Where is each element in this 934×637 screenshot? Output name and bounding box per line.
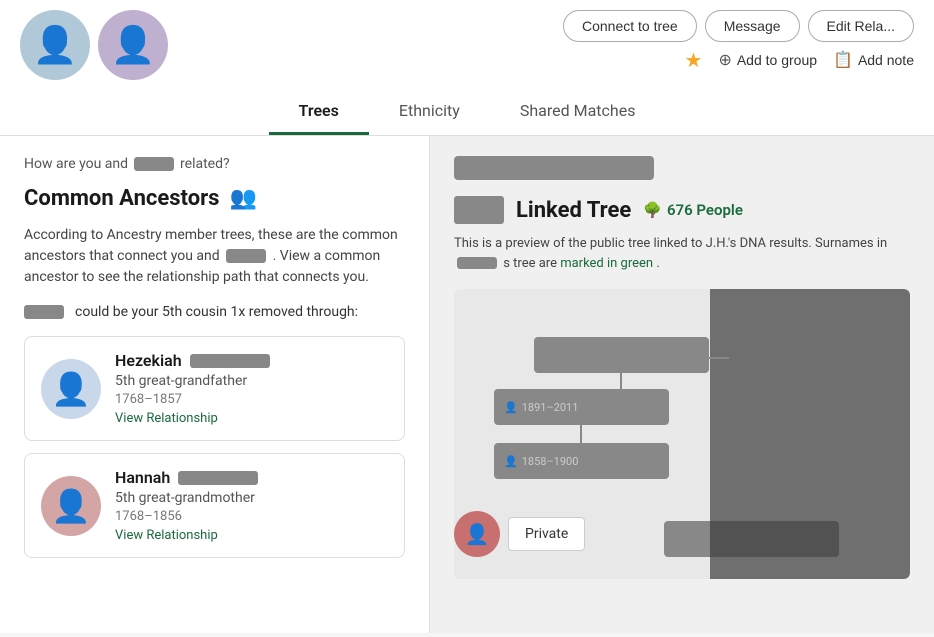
tree-node-2: 👤 1891–2011 (494, 389, 669, 425)
avatar-user: 👤 (20, 10, 90, 80)
ancestor-info-1: Hannah 5th great-grandmother 1768–1856 V… (115, 468, 388, 543)
lastname-redacted-1 (178, 471, 258, 485)
ancestor-relation-1: 5th great-grandmother (115, 490, 388, 506)
plus-icon: ⊕ (718, 50, 731, 70)
marked-green-text: marked in green (560, 256, 653, 271)
ancestor-card-0: 👤 Hezekiah 5th great-grandfather 1768–18… (24, 336, 405, 441)
left-panel: How are you and related? Common Ancestor… (0, 136, 430, 633)
ancestor-name-1: Hannah (115, 468, 388, 487)
ancestor-avatar-0: 👤 (41, 359, 101, 419)
ancestor-years-0: 1768–1857 (115, 392, 388, 407)
name-redacted-2 (226, 249, 266, 263)
how-related-text: How are you and related? (24, 156, 405, 172)
ancestor-info-0: Hezekiah 5th great-grandfather 1768–1857… (115, 351, 388, 426)
name-redacted-3 (24, 305, 64, 319)
private-node: 👤 Private (454, 511, 585, 557)
people-badge: 🌳 676 People (643, 201, 743, 219)
tree-node-3: 👤 1858–1900 (494, 443, 669, 479)
name-redacted (134, 157, 174, 171)
view-relationship-link-1[interactable]: View Relationship (115, 528, 218, 543)
match-name-bar (454, 156, 654, 180)
common-ancestors-title: Common Ancestors 👥 (24, 186, 405, 211)
person-female-icon: 👤 (51, 487, 91, 525)
connector-h1 (709, 357, 729, 359)
name-redacted-right (457, 257, 497, 269)
edit-relationship-button[interactable]: Edit Rela... (808, 10, 914, 42)
add-note-button[interactable]: 📋 Add note (833, 50, 914, 70)
ancestor-relation-0: 5th great-grandfather (115, 373, 388, 389)
right-panel: Linked Tree 🌳 676 People This is a previ… (430, 136, 934, 633)
person-male-icon: 👤 (51, 370, 91, 408)
add-to-group-button[interactable]: ⊕ Add to group (718, 50, 817, 70)
tab-shared-matches[interactable]: Shared Matches (490, 89, 666, 135)
right-actions: Connect to tree Message Edit Rela... ★ ⊕… (563, 10, 914, 72)
tree-icon: 🌳 (643, 201, 662, 219)
message-button[interactable]: Message (705, 10, 800, 42)
private-label: Private (508, 517, 585, 551)
star-icon[interactable]: ★ (685, 48, 703, 72)
tree-overlay (710, 289, 910, 579)
tree-visualization: 👤 1891–2011 👤 1858–1900 👤 Private (454, 289, 910, 579)
description-text: According to Ancestry member trees, thes… (24, 225, 405, 288)
could-be-text: could be your 5th cousin 1x removed thro… (24, 304, 405, 320)
ancestor-avatar-1: 👤 (41, 476, 101, 536)
primary-buttons: Connect to tree Message Edit Rela... (563, 10, 914, 42)
note-icon: 📋 (833, 50, 853, 70)
lastname-redacted-0 (190, 354, 270, 368)
top-section: 👤 👤 Connect to tree Message Edit Rela...… (0, 0, 934, 136)
main-content: How are you and related? Common Ancestor… (0, 136, 934, 633)
tab-trees[interactable]: Trees (269, 89, 369, 135)
connect-to-tree-button[interactable]: Connect to tree (563, 10, 697, 42)
tree-description: This is a preview of the public tree lin… (454, 234, 910, 273)
ancestor-years-1: 1768–1856 (115, 509, 388, 524)
tree-node-1 (534, 337, 709, 373)
tab-ethnicity[interactable]: Ethnicity (369, 89, 490, 135)
private-avatar: 👤 (454, 511, 500, 557)
ancestor-name-0: Hezekiah (115, 351, 388, 370)
secondary-actions: ★ ⊕ Add to group 📋 Add note (685, 48, 915, 72)
avatar-match: 👤 (98, 10, 168, 80)
tree-name-redacted (454, 196, 504, 224)
left-avatars: 👤 👤 (20, 10, 168, 80)
tabs-row: Trees Ethnicity Shared Matches (0, 89, 934, 136)
ancestor-card-1: 👤 Hannah 5th great-grandmother 1768–1856… (24, 453, 405, 558)
linked-tree-title: Linked Tree (516, 198, 631, 223)
linked-tree-header: Linked Tree 🌳 676 People (454, 196, 910, 224)
view-relationship-link-0[interactable]: View Relationship (115, 411, 218, 426)
ancestors-icon: 👥 (229, 186, 256, 211)
header-row: 👤 👤 Connect to tree Message Edit Rela...… (0, 0, 934, 84)
